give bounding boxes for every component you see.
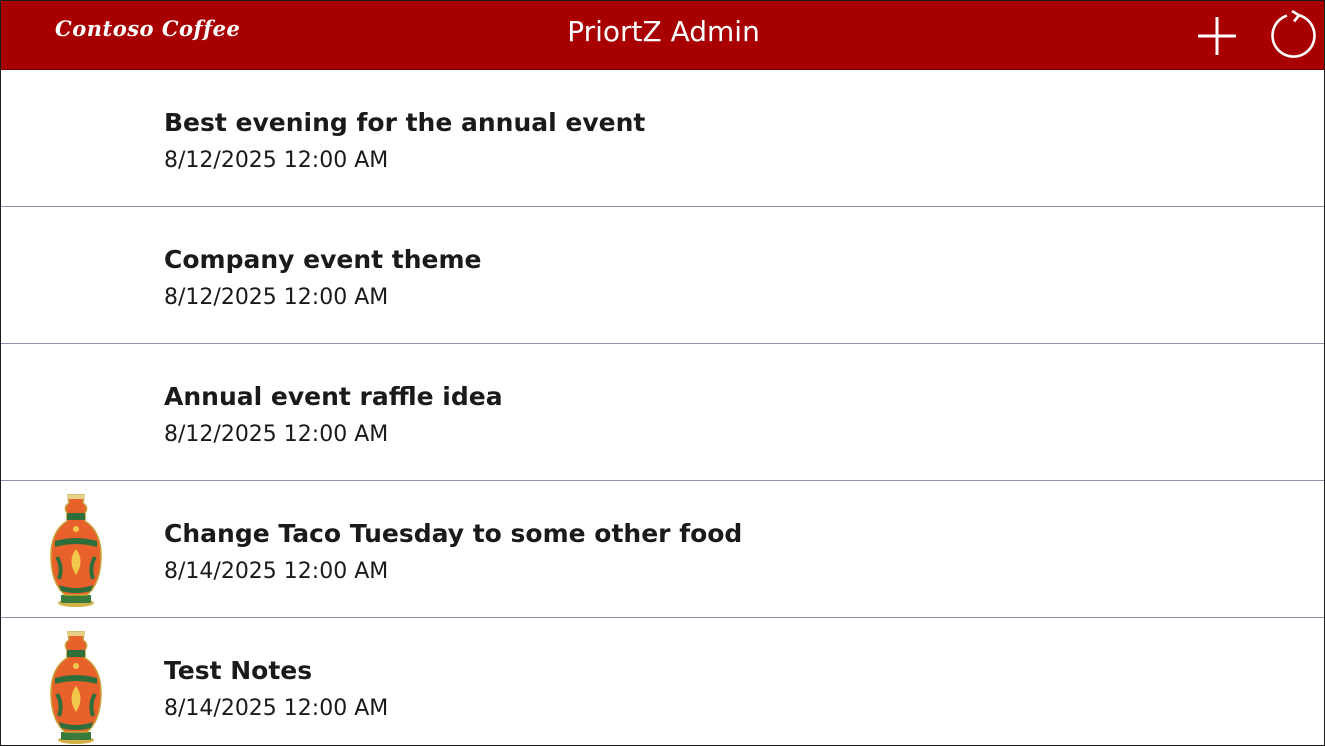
item-date: 8/12/2025 12:00 AM (164, 422, 389, 447)
vase-image (50, 631, 102, 744)
page-title: PriortZ Admin (567, 15, 760, 48)
item-title: Annual event raffle idea (164, 382, 503, 411)
item-title: Change Taco Tuesday to some other food (164, 519, 743, 548)
vase-image (50, 494, 102, 607)
item-title: Test Notes (164, 656, 313, 685)
list-item[interactable]: Company event theme 8/12/2025 12:00 AM (1, 207, 1324, 344)
list-item[interactable]: Annual event raffle idea 8/12/2025 12:00… (1, 344, 1324, 481)
item-date: 8/12/2025 12:00 AM (164, 285, 389, 310)
list-item[interactable]: Best evening for the annual event 8/12/2… (1, 70, 1324, 207)
item-title: Best evening for the annual event (164, 108, 646, 137)
item-date: 8/14/2025 12:00 AM (164, 696, 389, 721)
app-header: Contoso Coffee PriortZ Admin (1, 1, 1324, 70)
item-date: 8/14/2025 12:00 AM (164, 559, 389, 584)
refresh-icon (1271, 9, 1316, 58)
plus-icon (1198, 17, 1236, 55)
notes-list: Best evening for the annual event 8/12/2… (1, 70, 1324, 745)
item-title: Company event theme (164, 245, 482, 274)
list-item[interactable]: Change Taco Tuesday to some other food 8… (1, 481, 1324, 618)
refresh-button[interactable] (1269, 9, 1321, 61)
app-screen: Contoso Coffee PriortZ Admin Best evenin… (0, 0, 1325, 746)
list-item[interactable]: Test Notes 8/14/2025 12:00 AM (1, 618, 1324, 745)
item-date: 8/12/2025 12:00 AM (164, 148, 389, 173)
add-button[interactable] (1191, 9, 1243, 61)
